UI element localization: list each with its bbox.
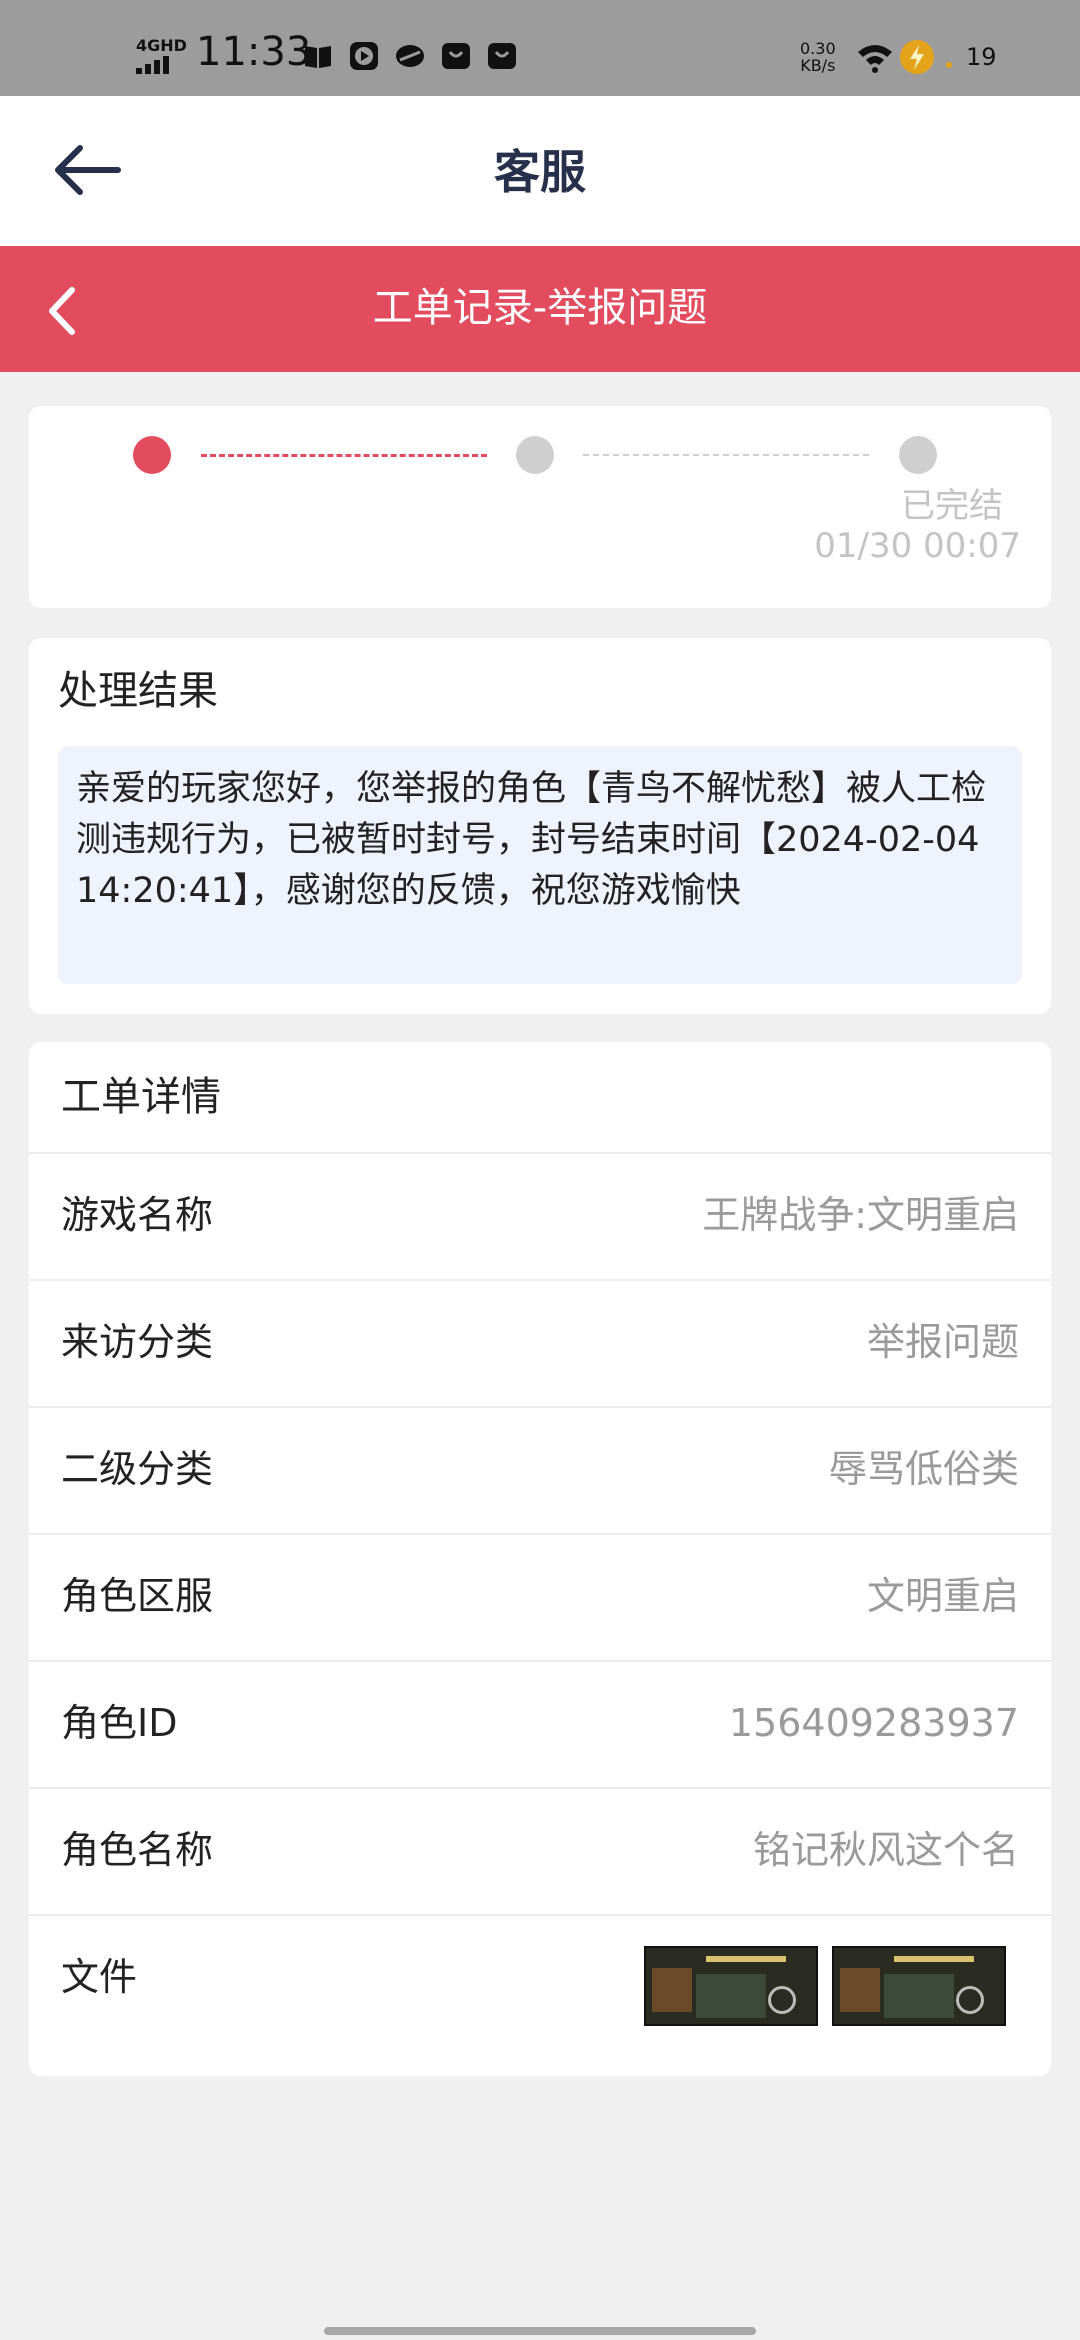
result-message: 亲爱的玩家您好，您举报的角色【青鸟不解忧愁】被人工检测违规行为，已被暂时封号，封… xyxy=(58,746,1022,984)
detail-card: 工单详情 游戏名称 王牌战争:文明重启 来访分类 举报问题 二级分类 辱骂低俗类… xyxy=(29,1042,1051,2076)
page-title: 客服 xyxy=(494,145,586,199)
battery-level: 19 xyxy=(966,43,997,71)
wifi-icon xyxy=(858,45,892,73)
detail-key: 文件 xyxy=(61,1955,138,1999)
progress-card: 已完结 01/30 00:07 xyxy=(29,406,1051,608)
signal-icon xyxy=(136,56,169,74)
ticket-record-title: 工单记录-举报问题 xyxy=(372,285,708,331)
detail-row-server: 角色区服 文明重启 xyxy=(29,1533,1051,1660)
notification-icons xyxy=(302,40,518,72)
clock: 11:33 xyxy=(196,29,312,75)
status-bar: 4GHD 11:33 0.30 KB/s 19 xyxy=(0,0,1080,96)
detail-row-sub-category: 二级分类 辱骂低俗类 xyxy=(29,1406,1051,1533)
shopping-bag-icon-2 xyxy=(486,40,518,72)
step-connector-2 xyxy=(583,454,869,456)
file-thumbnail-1[interactable] xyxy=(644,1946,818,2026)
status-dot xyxy=(946,62,952,68)
book-icon xyxy=(302,40,334,72)
charging-icon xyxy=(900,40,934,74)
detail-key: 角色区服 xyxy=(61,1574,214,1618)
detail-row-game-name: 游戏名称 王牌战争:文明重启 xyxy=(29,1152,1051,1279)
network-indicator: 4GHD xyxy=(136,38,187,74)
file-thumbnail-2[interactable] xyxy=(832,1946,1006,2026)
step-dot-3 xyxy=(899,436,937,474)
result-title: 处理结果 xyxy=(58,668,218,714)
step-status: 已完结 xyxy=(901,486,1003,526)
video-icon xyxy=(348,40,380,72)
detail-key: 二级分类 xyxy=(61,1447,214,1491)
home-indicator[interactable] xyxy=(324,2327,756,2335)
speed-value: 0.30 xyxy=(800,39,836,58)
detail-key: 来访分类 xyxy=(61,1320,214,1364)
detail-value: 铭记秋风这个名 xyxy=(752,1828,1019,1872)
network-speed: 0.30 KB/s xyxy=(800,40,836,74)
shopping-bag-icon xyxy=(440,40,472,72)
detail-row-role-name: 角色名称 铭记秋风这个名 xyxy=(29,1787,1051,1914)
step-connector-1 xyxy=(201,454,487,457)
detail-row-visit-category: 来访分类 举报问题 xyxy=(29,1279,1051,1406)
step-label-completed: 已完结 01/30 00:07 xyxy=(721,486,1021,566)
detail-key: 角色ID xyxy=(61,1701,178,1745)
detail-title: 工单详情 xyxy=(61,1074,221,1120)
detail-value: 举报问题 xyxy=(866,1320,1019,1364)
detail-value: 王牌战争:文明重启 xyxy=(702,1193,1019,1237)
app-icon xyxy=(394,40,426,72)
detail-key: 角色名称 xyxy=(61,1828,214,1872)
detail-value: 辱骂低俗类 xyxy=(828,1447,1019,1491)
speed-unit: KB/s xyxy=(800,56,836,75)
step-time: 01/30 00:07 xyxy=(814,526,1021,566)
step-dot-2 xyxy=(516,436,554,474)
detail-key: 游戏名称 xyxy=(61,1193,214,1237)
result-card: 处理结果 亲爱的玩家您好，您举报的角色【青鸟不解忧愁】被人工检测违规行为，已被暂… xyxy=(29,638,1051,1014)
detail-value: 文明重启 xyxy=(866,1574,1019,1618)
network-type: 4GHD xyxy=(136,36,187,55)
app-header: 客服 xyxy=(0,96,1080,246)
step-dot-1 xyxy=(133,436,171,474)
detail-row-role-id: 角色ID 156409283937 xyxy=(29,1660,1051,1787)
detail-value: 156409283937 xyxy=(728,1701,1019,1745)
ticket-record-bar: 工单记录-举报问题 xyxy=(0,246,1080,372)
